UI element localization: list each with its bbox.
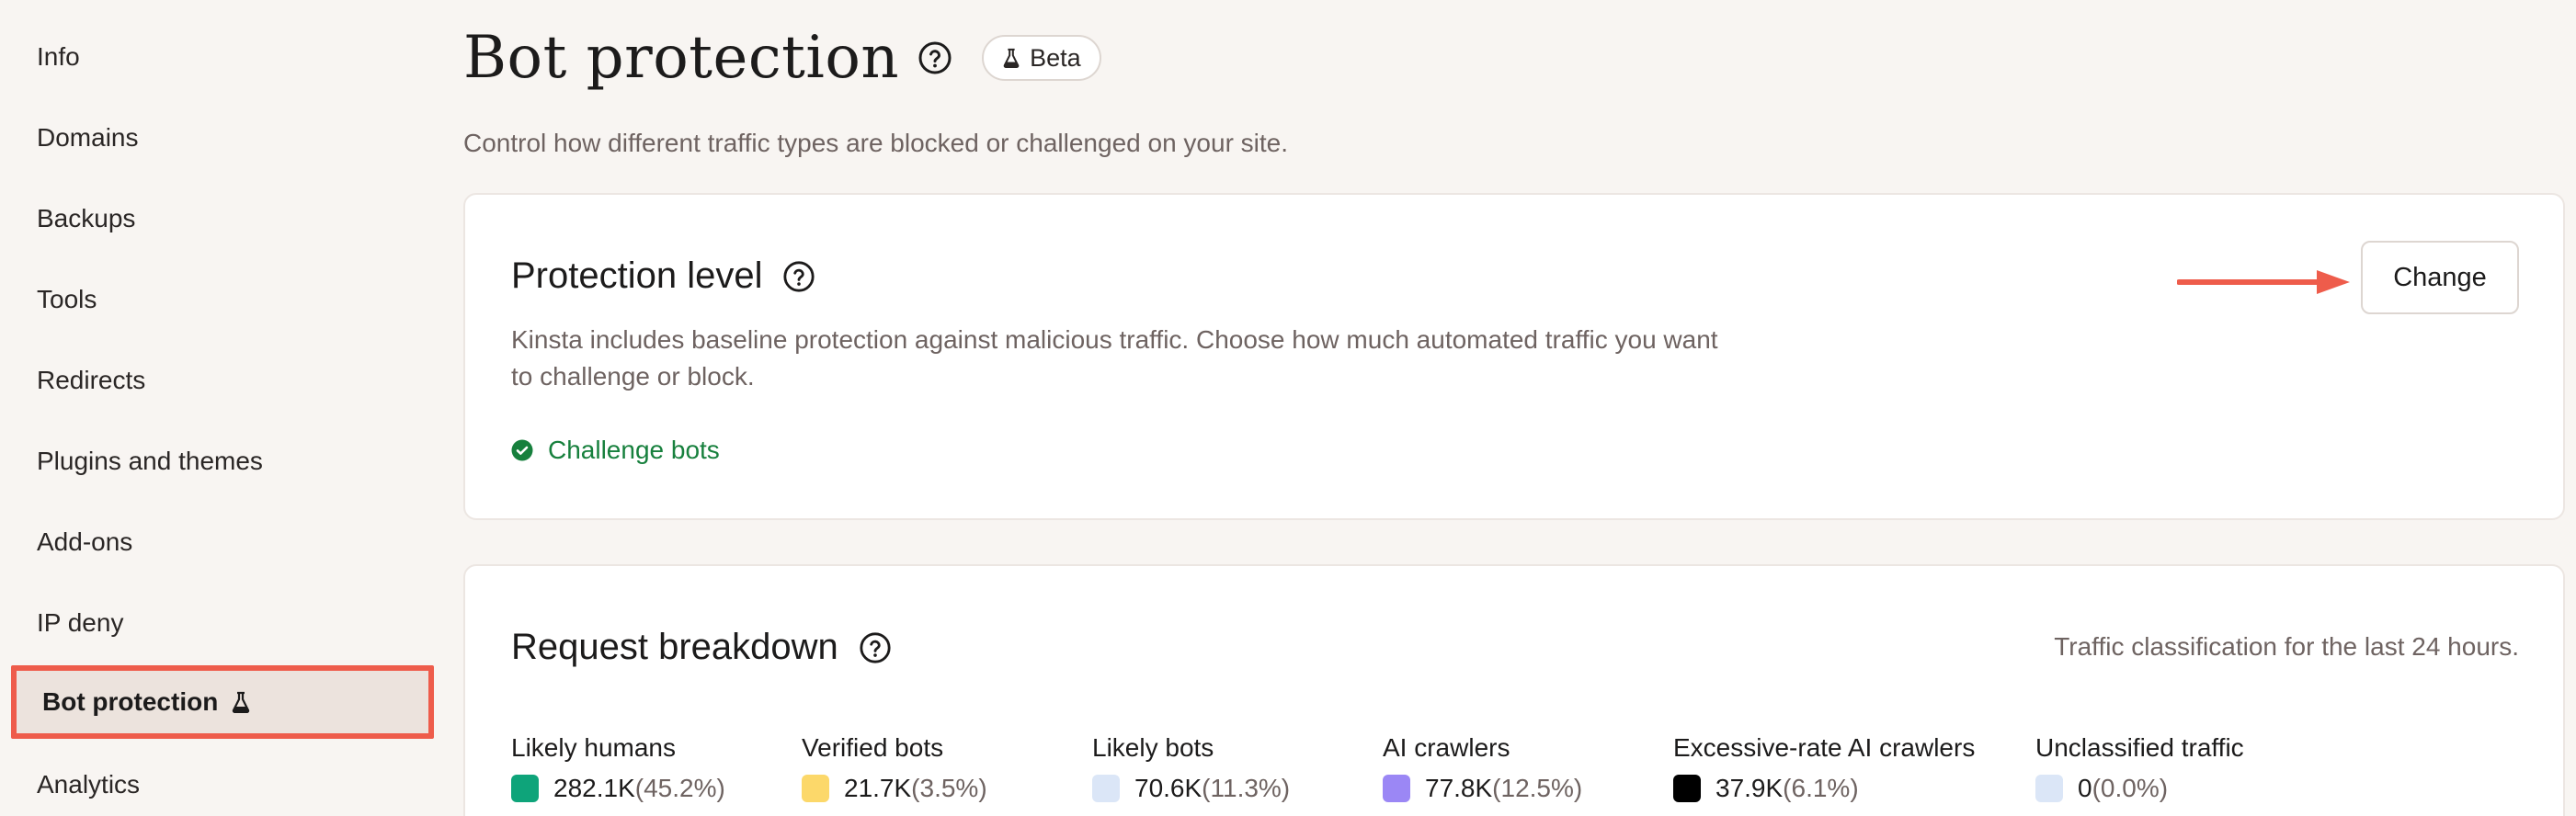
sidebar: Info Domains Backups Tools Redirects Plu… bbox=[0, 0, 441, 816]
request-breakdown-card: Request breakdown Traffic classification… bbox=[463, 564, 2565, 816]
protection-level-description: Kinsta includes baseline protection agai… bbox=[511, 325, 1718, 391]
stat-percent: (3.5%) bbox=[911, 774, 987, 802]
stat-label: AI crawlers bbox=[1383, 733, 1510, 762]
stat-count: 21.7K bbox=[844, 774, 912, 802]
stat-value-row: 21.7K (3.5%) bbox=[802, 772, 987, 805]
stat-label: Unclassified traffic bbox=[2035, 733, 2244, 762]
sidebar-item-bot-protection[interactable]: Bot protection bbox=[11, 665, 434, 739]
main-content: Bot protection Beta Control how differen… bbox=[463, 0, 2565, 816]
sidebar-item-analytics[interactable]: Analytics bbox=[37, 768, 140, 801]
arrow-right-icon bbox=[2177, 270, 2350, 294]
stat-count: 37.9K bbox=[1715, 774, 1784, 802]
help-icon[interactable] bbox=[782, 260, 815, 293]
stat-label: Verified bots bbox=[802, 733, 944, 762]
stat-value-row: 77.8K (12.5%) bbox=[1383, 772, 1582, 805]
legend-swatch bbox=[511, 775, 539, 802]
stat-percent: (6.1%) bbox=[1783, 774, 1859, 802]
sidebar-item-label: Info bbox=[37, 42, 80, 71]
sidebar-item-label: Add-ons bbox=[37, 527, 133, 556]
help-icon[interactable] bbox=[918, 40, 952, 75]
beta-badge-label: Beta bbox=[1030, 43, 1081, 72]
traffic-classification-note: Traffic classification for the last 24 h… bbox=[2054, 632, 2519, 661]
stat-label: Likely humans bbox=[511, 733, 676, 762]
stat-percent: (45.2%) bbox=[634, 774, 725, 802]
stat-percent: (0.0%) bbox=[2092, 774, 2169, 802]
sidebar-item-plugins-and-themes[interactable]: Plugins and themes bbox=[37, 445, 263, 478]
stat-value-row: 282.1K (45.2%) bbox=[511, 772, 725, 805]
check-circle-icon bbox=[511, 439, 533, 461]
protection-status: Challenge bots bbox=[511, 436, 720, 465]
app-root: Info Domains Backups Tools Redirects Plu… bbox=[0, 0, 2576, 816]
change-button[interactable]: Change bbox=[2361, 241, 2519, 314]
stat-label: Likely bots bbox=[1092, 733, 1214, 762]
stat-verified-bots: Verified bots 21.7K (3.5%) bbox=[802, 731, 987, 805]
sidebar-item-label: Domains bbox=[37, 123, 139, 152]
beta-badge: Beta bbox=[982, 35, 1101, 81]
sidebar-item-add-ons[interactable]: Add-ons bbox=[37, 526, 132, 559]
protection-level-header: Protection level bbox=[511, 255, 815, 297]
stat-likely-bots: Likely bots 70.6K (11.3%) bbox=[1092, 731, 1290, 805]
protection-level-card: Protection level Kinsta includes baselin… bbox=[463, 193, 2565, 520]
page-header: Bot protection Beta bbox=[463, 24, 1101, 92]
stat-percent: (12.5%) bbox=[1492, 774, 1583, 802]
sidebar-item-ip-deny[interactable]: IP deny bbox=[37, 606, 123, 640]
stat-value-row: 70.6K (11.3%) bbox=[1092, 772, 1290, 805]
stat-count: 0 bbox=[2078, 774, 2092, 802]
page-title: Bot protection bbox=[463, 24, 900, 92]
sidebar-item-label: Tools bbox=[37, 285, 97, 313]
flask-icon bbox=[233, 691, 250, 713]
stat-likely-humans: Likely humans 282.1K (45.2%) bbox=[511, 731, 725, 805]
stat-unclassified-traffic: Unclassified traffic 0 (0.0%) bbox=[2035, 731, 2244, 805]
stat-excessive-rate-ai-crawlers: Excessive-rate AI crawlers 37.9K (6.1%) bbox=[1673, 731, 1975, 805]
protection-level-title: Protection level bbox=[511, 255, 763, 296]
legend-swatch bbox=[1092, 775, 1120, 802]
sidebar-item-label: Backups bbox=[37, 204, 136, 232]
legend-swatch bbox=[802, 775, 829, 802]
stat-value-row: 0 (0.0%) bbox=[2035, 772, 2244, 805]
sidebar-item-label: Analytics bbox=[37, 770, 141, 799]
sidebar-item-redirects[interactable]: Redirects bbox=[37, 364, 145, 397]
legend-swatch bbox=[1383, 775, 1410, 802]
sidebar-item-label: IP deny bbox=[37, 608, 124, 637]
stat-label: Excessive-rate AI crawlers bbox=[1673, 733, 1976, 762]
stat-percent: (11.3%) bbox=[1202, 774, 1291, 802]
help-icon[interactable] bbox=[859, 631, 892, 664]
page-subtitle: Control how different traffic types are … bbox=[463, 129, 1289, 157]
stat-count: 77.8K bbox=[1425, 774, 1493, 802]
stat-count: 282.1K bbox=[553, 774, 635, 802]
sidebar-item-info[interactable]: Info bbox=[37, 40, 80, 74]
protection-status-label: Challenge bots bbox=[548, 436, 720, 464]
sidebar-item-label: Plugins and themes bbox=[37, 447, 263, 475]
stat-value-row: 37.9K (6.1%) bbox=[1673, 772, 1975, 805]
sidebar-item-tools[interactable]: Tools bbox=[37, 283, 97, 316]
flask-icon bbox=[1003, 48, 1020, 68]
legend-swatch bbox=[1673, 775, 1701, 802]
legend-swatch bbox=[2035, 775, 2063, 802]
stat-count: 70.6K bbox=[1134, 774, 1203, 802]
sidebar-item-label: Bot protection bbox=[42, 687, 219, 716]
request-breakdown-header: Request breakdown bbox=[511, 627, 892, 668]
request-breakdown-title: Request breakdown bbox=[511, 627, 838, 667]
sidebar-item-domains[interactable]: Domains bbox=[37, 121, 138, 154]
stat-ai-crawlers: AI crawlers 77.8K (12.5%) bbox=[1383, 731, 1582, 805]
sidebar-item-label: Redirects bbox=[37, 366, 146, 394]
sidebar-item-backups[interactable]: Backups bbox=[37, 202, 135, 235]
